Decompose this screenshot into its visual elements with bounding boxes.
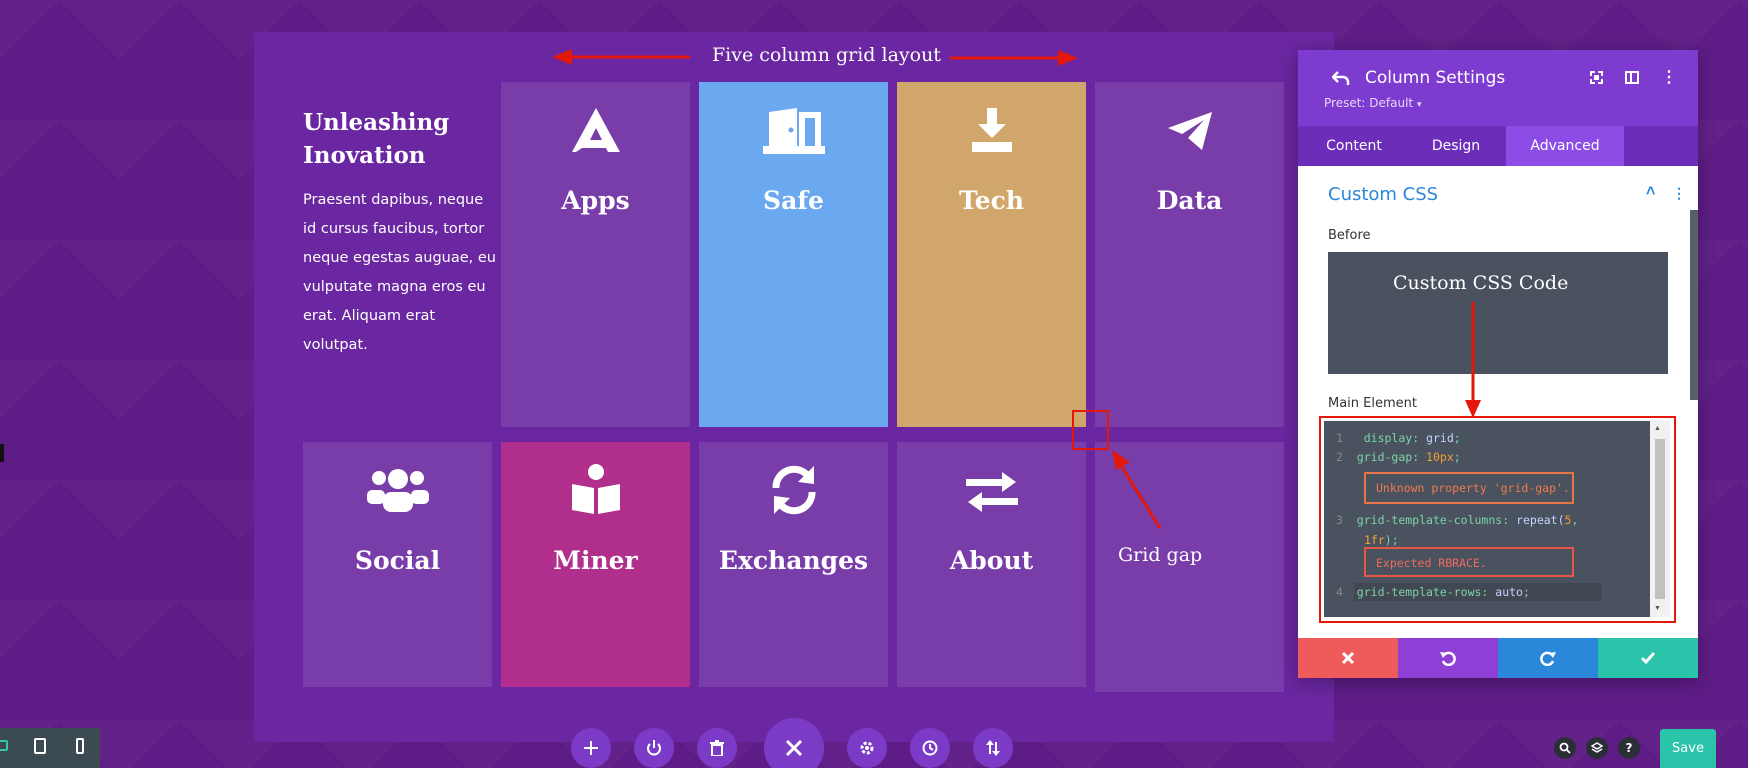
panel-scroll-thumb[interactable] xyxy=(1690,210,1698,400)
grid-gap-arrow xyxy=(1112,450,1162,529)
add-icon xyxy=(584,741,598,755)
power-button[interactable] xyxy=(634,728,674,768)
before-css-field[interactable] xyxy=(1328,252,1668,374)
save-label: Save xyxy=(1672,741,1704,756)
trash-icon xyxy=(710,740,724,756)
chevron-up-icon[interactable]: ˄ xyxy=(1646,183,1655,201)
cell-label: Safe xyxy=(763,186,824,215)
door-icon xyxy=(699,108,888,156)
grid-cell-social[interactable]: Social xyxy=(303,442,492,687)
left-edge-marker xyxy=(0,444,4,462)
add-button[interactable] xyxy=(571,728,611,768)
code-line-4: 4 grid-template-rows: auto; xyxy=(1336,585,1530,599)
tablet-view-icon[interactable] xyxy=(34,738,46,754)
annotation-grid-gap: Grid gap xyxy=(1118,544,1203,566)
code-line-3: 3 grid-template-columns: repeat(5, xyxy=(1336,513,1579,527)
history-button[interactable] xyxy=(910,728,950,768)
grid-cell-exchanges[interactable]: Exchanges xyxy=(699,442,888,687)
before-label: Before xyxy=(1328,228,1371,243)
grid-cell-safe[interactable]: Safe xyxy=(699,82,888,427)
cell-label: Social xyxy=(354,546,441,575)
exchange-arrows-icon xyxy=(897,472,1086,512)
fullscreen-icon[interactable] xyxy=(1590,71,1603,84)
tab-advanced[interactable]: Advanced xyxy=(1506,126,1624,166)
panel-title: Column Settings xyxy=(1365,68,1506,88)
gear-icon xyxy=(860,741,874,755)
check-icon xyxy=(1641,652,1655,664)
undo-icon xyxy=(1440,651,1456,666)
column-settings-panel: Column Settings Preset: Default ▾ ⋮ Cont… xyxy=(1298,50,1698,678)
grid-cell-about[interactable]: About xyxy=(897,442,1086,687)
intro-paragraph: Praesent dapibus, neque id cursus faucib… xyxy=(303,192,496,353)
tab-content[interactable]: Content xyxy=(1312,126,1396,166)
grid-cell-data[interactable]: Data xyxy=(1095,82,1284,427)
users-icon xyxy=(303,468,492,512)
cell-label: Exchanges xyxy=(718,546,869,575)
back-arrow-icon[interactable] xyxy=(1332,70,1350,86)
error-unknown-property: Unknown property 'grid-gap'. xyxy=(1364,472,1574,504)
cell-label: Miner xyxy=(553,546,638,575)
main-element-css-editor[interactable]: ▲ ▼ 1 display: grid; 2 grid-gap: 10px; U… xyxy=(1324,421,1670,617)
cell-label: Tech xyxy=(958,186,1025,215)
layers-icon xyxy=(1591,742,1603,753)
editor-scrollbar[interactable]: ▲ ▼ xyxy=(1650,421,1670,617)
search-button[interactable] xyxy=(1554,737,1576,759)
view-mode-bar xyxy=(0,728,100,768)
more-options-icon[interactable]: ⋮ xyxy=(1661,70,1677,86)
power-icon xyxy=(647,740,661,756)
annotation-arrow-down xyxy=(1465,302,1481,418)
search-icon xyxy=(1559,742,1571,754)
code-line-1: 1 display: grid; xyxy=(1336,431,1461,445)
undo-button[interactable] xyxy=(1398,638,1498,678)
cell-label: About xyxy=(949,546,1034,575)
sort-icon xyxy=(986,740,1000,756)
main-element-label: Main Element xyxy=(1328,396,1417,411)
save-button[interactable]: Save xyxy=(1660,729,1716,768)
help-button[interactable]: ? xyxy=(1618,737,1640,759)
split-view-icon[interactable] xyxy=(1625,71,1639,84)
grid-cell-tech[interactable]: Tech xyxy=(897,82,1086,427)
custom-css-title[interactable]: Custom CSS xyxy=(1328,184,1438,205)
tab-design[interactable]: Design xyxy=(1408,126,1504,166)
preset-selector[interactable]: Preset: Default ▾ xyxy=(1324,96,1421,110)
grid-cell-apps[interactable]: Apps xyxy=(501,82,690,427)
download-icon xyxy=(897,108,1086,152)
close-icon xyxy=(1342,652,1354,664)
panel-tabs: Content Design Advanced xyxy=(1298,126,1698,166)
confirm-button[interactable] xyxy=(1598,638,1698,678)
grid-cell-miner[interactable]: Miner xyxy=(501,442,690,687)
layers-button[interactable] xyxy=(1586,737,1608,759)
apps-logo-icon xyxy=(501,108,690,152)
code-line-3-cont: 1fr); xyxy=(1364,533,1399,547)
delete-button[interactable] xyxy=(697,728,737,768)
clock-icon xyxy=(922,740,938,756)
settings-button[interactable] xyxy=(847,728,887,768)
redo-icon xyxy=(1540,651,1556,666)
panel-header: Column Settings Preset: Default ▾ ⋮ xyxy=(1298,50,1698,126)
phone-view-icon[interactable] xyxy=(76,738,84,754)
chevron-down-icon: ▾ xyxy=(1416,100,1422,110)
cancel-button[interactable] xyxy=(1298,638,1398,678)
redo-button[interactable] xyxy=(1498,638,1598,678)
paper-plane-icon xyxy=(1095,112,1284,150)
sync-icon xyxy=(699,464,888,516)
close-icon xyxy=(785,739,803,757)
intro-heading: Unleashing Inovation xyxy=(303,109,450,169)
help-icon: ? xyxy=(1625,741,1633,755)
cell-label: Apps xyxy=(561,186,630,215)
desktop-view-icon[interactable] xyxy=(0,740,8,751)
cell-label: Data xyxy=(1156,186,1223,215)
panel-footer xyxy=(1298,638,1698,678)
code-line-2: 2 grid-gap: 10px; xyxy=(1336,450,1461,464)
grid-gap-highlight xyxy=(1072,410,1109,450)
reorder-button[interactable] xyxy=(973,728,1013,768)
annotation-five-column: Five column grid layout xyxy=(712,44,941,66)
book-reader-icon xyxy=(501,464,690,514)
annotation-custom-css-code: Custom CSS Code xyxy=(1393,272,1569,294)
preset-label: Preset: Default xyxy=(1324,96,1414,110)
section-more-icon[interactable]: ⋮ xyxy=(1672,185,1686,202)
error-expected-rbrace: Expected RBRACE. xyxy=(1364,547,1574,577)
